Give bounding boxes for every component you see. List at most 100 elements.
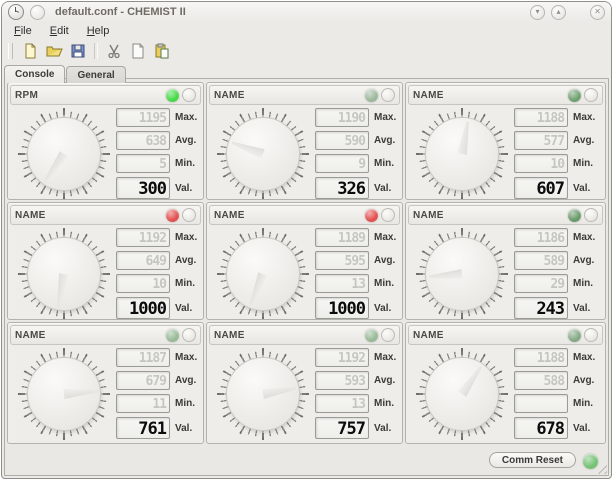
gauge-panel-header: NAME (209, 205, 401, 225)
max-label: Max. (175, 352, 198, 363)
max-label: Max. (175, 232, 198, 243)
led-toggle-button[interactable] (584, 88, 598, 102)
minimize-icon[interactable]: ▾ (530, 4, 545, 20)
min-display: 10 (116, 274, 170, 293)
gauge-panel-body: 1188 Max. 588 Avg. Min. 678 Val. (408, 346, 603, 441)
save-icon[interactable] (68, 41, 88, 61)
led-toggle-button[interactable] (381, 208, 396, 222)
gauge-panel: NAME 1187 Max. 679 Avg. 11 Min. 761 Val. (7, 322, 205, 444)
analog-gauge (18, 348, 110, 440)
val-label: Val. (175, 302, 193, 314)
max-label: Max. (573, 352, 596, 363)
lcd-column: 1186 Max. 589 Avg. 29 Min. 243 Val. (514, 228, 601, 319)
max-label: Max. (175, 112, 198, 123)
val-label: Val. (374, 422, 392, 434)
min-display: 29 (514, 274, 569, 293)
window-title: default.conf - CHEMIST II (55, 6, 186, 18)
min-display: 9 (315, 154, 370, 173)
app-window: default.conf - CHEMIST II ▾ ▴ ✕ File Edi… (1, 1, 612, 479)
max-display: 1192 (315, 348, 370, 367)
lcd-column: 1188 Max. 577 Avg. 10 Min. 607 Val. (514, 108, 601, 199)
gauge-panel: NAME 1188 Max. 577 Avg. 10 Min. 607 Val. (405, 82, 606, 200)
gauge-panel-header: NAME (408, 85, 603, 105)
gauge-panel: NAME 1192 Max. 649 Avg. 10 Min. 1000 Val… (7, 202, 205, 320)
gauge-panel-body: 1187 Max. 679 Avg. 11 Min. 761 Val. (10, 346, 201, 441)
min-label: Min. (374, 278, 395, 289)
status-led-icon (166, 88, 180, 102)
gauge-panel-header: RPM (10, 85, 202, 105)
tab-console[interactable]: Console (4, 65, 66, 83)
avg-display: 589 (514, 251, 569, 270)
val-display: 761 (116, 417, 170, 439)
max-label: Max. (374, 232, 397, 243)
gauge-title: NAME (214, 89, 245, 101)
max-display: 1192 (116, 228, 170, 247)
status-led-icon (166, 328, 180, 342)
gauge-face (425, 237, 500, 311)
window-menu-button[interactable] (30, 4, 45, 20)
led-toggle-button[interactable] (182, 328, 197, 342)
paste-icon[interactable] (152, 41, 172, 61)
status-led-icon (365, 328, 379, 342)
led-toggle-button[interactable] (584, 328, 598, 342)
tab-general[interactable]: General (66, 66, 126, 83)
gauge-title: NAME (413, 329, 444, 341)
menu-help[interactable]: Help (79, 24, 118, 38)
comm-reset-button[interactable]: Comm Reset (488, 452, 576, 468)
open-folder-icon[interactable] (44, 41, 64, 61)
avg-display: 588 (514, 371, 569, 390)
min-label: Min. (175, 398, 195, 409)
title-bar[interactable]: default.conf - CHEMIST II ▾ ▴ ✕ (2, 2, 611, 22)
status-led-icon (568, 328, 581, 342)
avg-label: Avg. (374, 135, 396, 146)
menu-edit[interactable]: Edit (42, 24, 77, 38)
toolbar-grip[interactable] (8, 43, 13, 59)
copy-icon[interactable] (128, 41, 148, 61)
led-toggle-button[interactable] (584, 208, 598, 222)
max-display: 1187 (116, 348, 170, 367)
val-display: 1000 (315, 297, 370, 319)
led-toggle-button[interactable] (381, 88, 396, 102)
led-toggle-button[interactable] (182, 208, 197, 222)
gauge-panel-header: NAME (10, 325, 202, 345)
min-label: Min. (374, 398, 395, 409)
min-label: Min. (374, 158, 395, 169)
max-label: Max. (573, 232, 596, 243)
analog-gauge (18, 108, 110, 199)
menu-file[interactable]: File (6, 24, 40, 38)
gauge-panel: NAME 1188 Max. 588 Avg. Min. 678 Val. (405, 322, 606, 444)
gauge-panel: NAME 1189 Max. 595 Avg. 13 Min. 1000 Val… (206, 202, 404, 320)
maximize-icon[interactable]: ▴ (551, 4, 566, 20)
min-label: Min. (573, 158, 594, 169)
avg-label: Avg. (374, 255, 396, 266)
analog-gauge (18, 228, 110, 319)
cut-icon[interactable] (104, 41, 124, 61)
max-display: 1188 (514, 108, 569, 127)
led-toggle-button[interactable] (182, 88, 197, 102)
status-led-icon (365, 88, 379, 102)
gauge-panel-body: 1192 Max. 649 Avg. 10 Min. 1000 Val. (10, 226, 201, 319)
app-gauge-icon (8, 4, 24, 20)
toolbar (2, 39, 611, 63)
min-label: Min. (573, 278, 594, 289)
new-file-icon[interactable] (20, 41, 40, 61)
lcd-column: 1187 Max. 679 Avg. 11 Min. 761 Val. (116, 348, 199, 441)
avg-label: Avg. (175, 375, 197, 386)
val-display: 678 (514, 417, 569, 439)
analog-gauge (416, 228, 509, 319)
analog-gauge (217, 348, 310, 440)
led-toggle-button[interactable] (381, 328, 396, 342)
console-tab-content: RPM 1195 Max. 638 Avg. 5 Min. 300 Val. N… (4, 78, 609, 476)
val-display: 326 (315, 177, 370, 199)
val-display: 607 (514, 177, 569, 199)
min-display: 10 (514, 154, 569, 173)
gauge-panel-header: NAME (10, 205, 202, 225)
val-display: 300 (116, 177, 170, 199)
max-label: Max. (573, 112, 596, 123)
analog-gauge (217, 108, 310, 199)
gauge-title: RPM (15, 89, 39, 101)
close-icon[interactable]: ✕ (590, 4, 605, 20)
tab-strip: Console General (2, 63, 611, 83)
max-display: 1186 (514, 228, 569, 247)
lcd-column: 1192 Max. 593 Avg. 13 Min. 757 Val. (315, 348, 398, 441)
